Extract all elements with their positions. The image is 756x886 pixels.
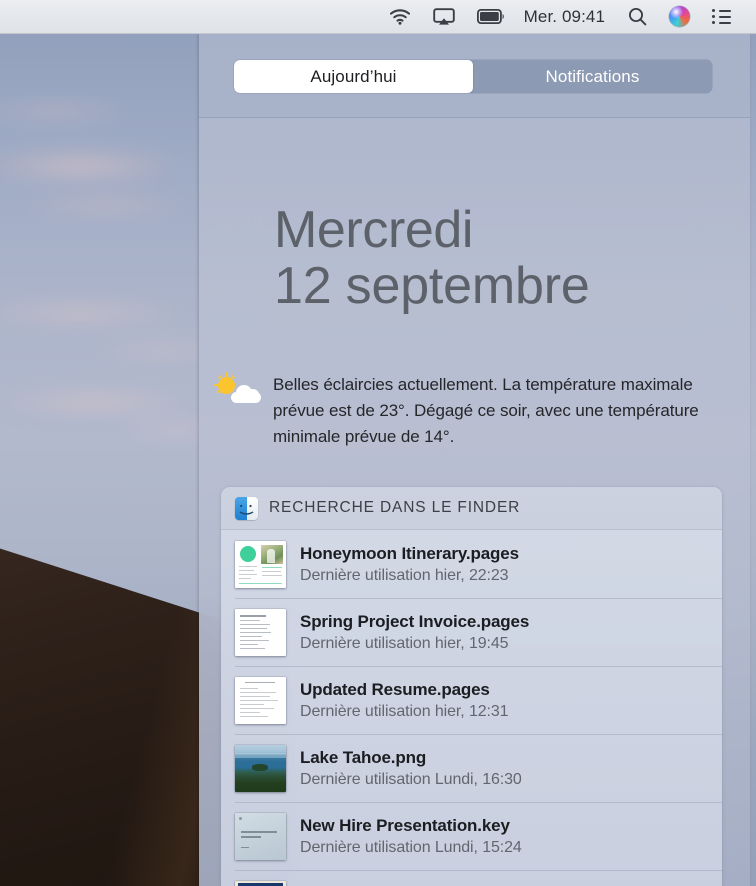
date-header: Mercredi 12 septembre [199, 202, 750, 314]
file-meta: Honeymoon Itinerary.pages Dernière utili… [300, 544, 519, 585]
file-subtitle: Dernière utilisation hier, 22:23 [300, 566, 509, 584]
cloud-shape [231, 385, 261, 403]
menu-bar: Mer. 09:41 [0, 0, 756, 34]
list-item[interactable]: New Hire Presentation.key Dernière utili… [221, 802, 722, 870]
tab-notifications[interactable]: Notifications [473, 60, 712, 93]
file-name: Lake Tahoe.png [300, 747, 427, 767]
list-icon [712, 9, 731, 24]
cloud-decoration [0, 390, 190, 414]
file-subtitle: Dernière utilisation Lundi, 16:30 [300, 770, 522, 788]
list-item[interactable]: Spring Project Invoice.pages Dernière ut… [221, 598, 722, 666]
file-thumbnail [235, 540, 286, 588]
file-meta: Updated Resume.pages Dernière utilisatio… [300, 679, 509, 721]
finder-widget-header[interactable]: RECHERCHE DANS LE FINDER [221, 487, 722, 530]
file-subtitle: Dernière utilisation hier, 19:45 [300, 634, 509, 652]
file-name: Updated Resume.pages [300, 679, 490, 699]
file-meta: Lake Tahoe.png Dernière utilisation Lund… [300, 748, 522, 789]
cloud-decoration [0, 150, 170, 182]
list-item[interactable]: Honeymoon Itinerary.pages Dernière utili… [221, 530, 722, 598]
tab-today-label: Aujourd’hui [310, 66, 397, 86]
file-name: Spring Project Invoice.pages [300, 611, 530, 631]
file-thumbnail [235, 812, 286, 860]
file-thumbnail [235, 676, 286, 724]
file-subtitle: Dernière utilisation Lundi, 15:24 [300, 838, 522, 856]
screen: Mer. 09:41 Aujourd’hui Notifications Mer… [0, 0, 756, 886]
search-icon[interactable] [617, 0, 658, 34]
notification-center-panel: Aujourd’hui Notifications Mercredi 12 se… [199, 34, 750, 886]
tab-today[interactable]: Aujourd’hui [234, 60, 473, 93]
airplay-icon[interactable] [422, 0, 466, 34]
file-subtitle: Dernière utilisation hier, 12:31 [300, 702, 509, 720]
siri-orb [669, 6, 690, 27]
battery-icon[interactable] [466, 0, 516, 34]
date-weekday: Mercredi [274, 201, 474, 259]
cloud-decoration [30, 195, 180, 215]
file-meta: Spring Project Invoice.pages Dernière ut… [300, 612, 529, 653]
file-name: New Hire Presentation.key [300, 815, 510, 835]
file-name: Honeymoon Itinerary.pages [300, 543, 519, 563]
wifi-icon[interactable] [378, 0, 422, 34]
tab-notifications-label: Notifications [545, 66, 640, 86]
sun-behind-cloud-icon [214, 372, 261, 410]
list-item[interactable]: Italian Phrases 101.pdf [221, 870, 722, 886]
list-item[interactable]: Lake Tahoe.png Dernière utilisation Lund… [221, 734, 722, 802]
weather-widget[interactable]: Belles éclaircies actuellement. La tempé… [214, 372, 729, 449]
weather-summary-text: Belles éclaircies actuellement. La tempé… [273, 375, 699, 446]
file-thumbnail [235, 744, 286, 792]
finder-icon [235, 496, 258, 520]
cloud-decoration [0, 100, 125, 122]
file-meta: New Hire Presentation.key Dernière utili… [300, 816, 522, 857]
finder-search-widget: RECHERCHE DANS LE FINDER Honeymoon Itine… [221, 487, 722, 886]
file-thumbnail [235, 608, 286, 656]
list-item[interactable]: Updated Resume.pages Dernière utilisatio… [221, 666, 722, 734]
notification-center-tabs: Aujourd’hui Notifications [234, 60, 712, 93]
notification-center-icon[interactable] [701, 0, 742, 34]
finder-widget-title: RECHERCHE DANS LE FINDER [269, 499, 521, 516]
file-thumbnail [235, 880, 286, 886]
cloud-decoration [0, 300, 180, 326]
date-day-month: 12 septembre [274, 257, 590, 316]
siri-icon[interactable] [658, 0, 701, 34]
menubar-clock: Mer. 09:41 [523, 6, 605, 26]
